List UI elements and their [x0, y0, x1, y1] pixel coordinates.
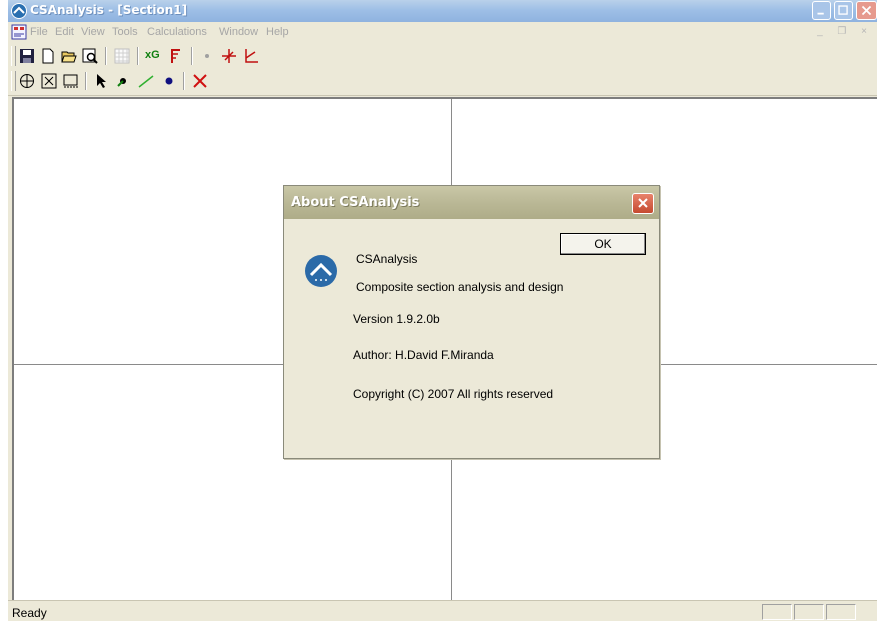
axes-cross-button[interactable] — [218, 46, 240, 66]
toolbar-separator — [85, 72, 87, 90]
zoom-window-icon — [63, 74, 78, 88]
minimize-button[interactable] — [812, 1, 831, 20]
open-icon — [61, 51, 77, 63]
pan-icon — [20, 74, 34, 88]
print-preview-icon — [82, 48, 98, 64]
toolbar-separator — [105, 47, 107, 65]
menu-window[interactable]: Window — [219, 26, 258, 38]
section-button[interactable] — [165, 46, 187, 66]
status-text: Ready — [12, 606, 47, 620]
version-label: Version 1.9.2.0b — [353, 312, 440, 326]
maximize-icon — [838, 5, 848, 15]
menu-calculations[interactable]: Calculations — [147, 26, 207, 38]
dialog-close-button[interactable] — [632, 193, 654, 214]
app-logo-icon — [305, 255, 337, 287]
title-bar[interactable]: CSAnalysis - [Section1] — [8, 0, 877, 22]
axes-corner-icon — [245, 49, 258, 63]
toolbar-separator — [183, 72, 185, 90]
mdi-controls[interactable]: _ ❐ × — [817, 26, 873, 37]
zoom-extents-button[interactable] — [38, 71, 60, 91]
toolbar-main: xG — [8, 44, 877, 68]
menu-view[interactable]: View — [81, 26, 105, 38]
menu-bar: File Edit View Tools Calculations Window… — [8, 22, 877, 42]
document-icon[interactable] — [11, 24, 27, 40]
zoom-extents-icon — [41, 73, 57, 89]
status-bar: Ready — [8, 600, 877, 621]
status-panel — [826, 604, 856, 620]
new-icon — [42, 48, 54, 64]
delete-x-icon — [193, 74, 207, 88]
save-button[interactable] — [16, 46, 38, 66]
toolbar-separator — [137, 47, 139, 65]
status-panel — [762, 604, 792, 620]
axes-corner-button[interactable] — [240, 46, 262, 66]
point-icon — [205, 54, 209, 58]
app-name-label: CSAnalysis — [356, 252, 418, 266]
pan-button[interactable] — [16, 71, 38, 91]
dot-button[interactable] — [158, 71, 180, 91]
grid-button[interactable] — [111, 46, 133, 66]
app-logo-icon — [11, 3, 27, 19]
select-arrow-icon — [97, 74, 106, 88]
zoom-window-button[interactable] — [60, 71, 82, 91]
copyright-label: Copyright (C) 2007 All rights reserved — [353, 387, 554, 401]
toolbar-separator — [191, 47, 193, 65]
node-button[interactable] — [112, 71, 134, 91]
section-icon — [171, 49, 180, 63]
dialog-title-bar[interactable]: About CSAnalysis — [284, 186, 659, 219]
line-button[interactable] — [135, 71, 157, 91]
save-icon — [20, 49, 34, 63]
ok-button[interactable]: OK — [560, 233, 646, 255]
toolbar-draw — [8, 69, 877, 93]
window-title: CSAnalysis - [Section1] — [30, 3, 188, 17]
line-icon — [138, 75, 154, 88]
close-icon — [861, 5, 872, 16]
node-icon — [117, 78, 126, 87]
minimize-icon — [817, 12, 824, 15]
dot-icon — [165, 77, 173, 85]
author-label: Author: H.David F.Miranda — [353, 348, 494, 362]
grid-icon — [114, 48, 130, 64]
xg-button[interactable]: xG — [142, 46, 164, 66]
maximize-button[interactable] — [834, 1, 853, 20]
new-button[interactable] — [37, 46, 59, 66]
xg-label: xG — [145, 49, 160, 61]
print-preview-button[interactable] — [79, 46, 101, 66]
point-button[interactable] — [196, 46, 218, 66]
select-arrow-button[interactable] — [90, 71, 112, 91]
status-panel — [794, 604, 824, 620]
axes-cross-icon — [222, 49, 236, 63]
menu-help[interactable]: Help — [266, 26, 289, 38]
delete-button[interactable] — [189, 71, 211, 91]
menu-edit[interactable]: Edit — [55, 26, 74, 38]
dialog-title: About CSAnalysis — [291, 195, 420, 210]
open-button[interactable] — [58, 46, 80, 66]
menu-file[interactable]: File — [30, 26, 48, 38]
menu-tools[interactable]: Tools — [112, 26, 138, 38]
close-icon — [638, 198, 648, 208]
description-label: Composite section analysis and design — [356, 280, 564, 294]
close-button[interactable] — [856, 1, 877, 20]
about-dialog: About CSAnalysis OK CSAnalysis Composite… — [283, 185, 660, 459]
